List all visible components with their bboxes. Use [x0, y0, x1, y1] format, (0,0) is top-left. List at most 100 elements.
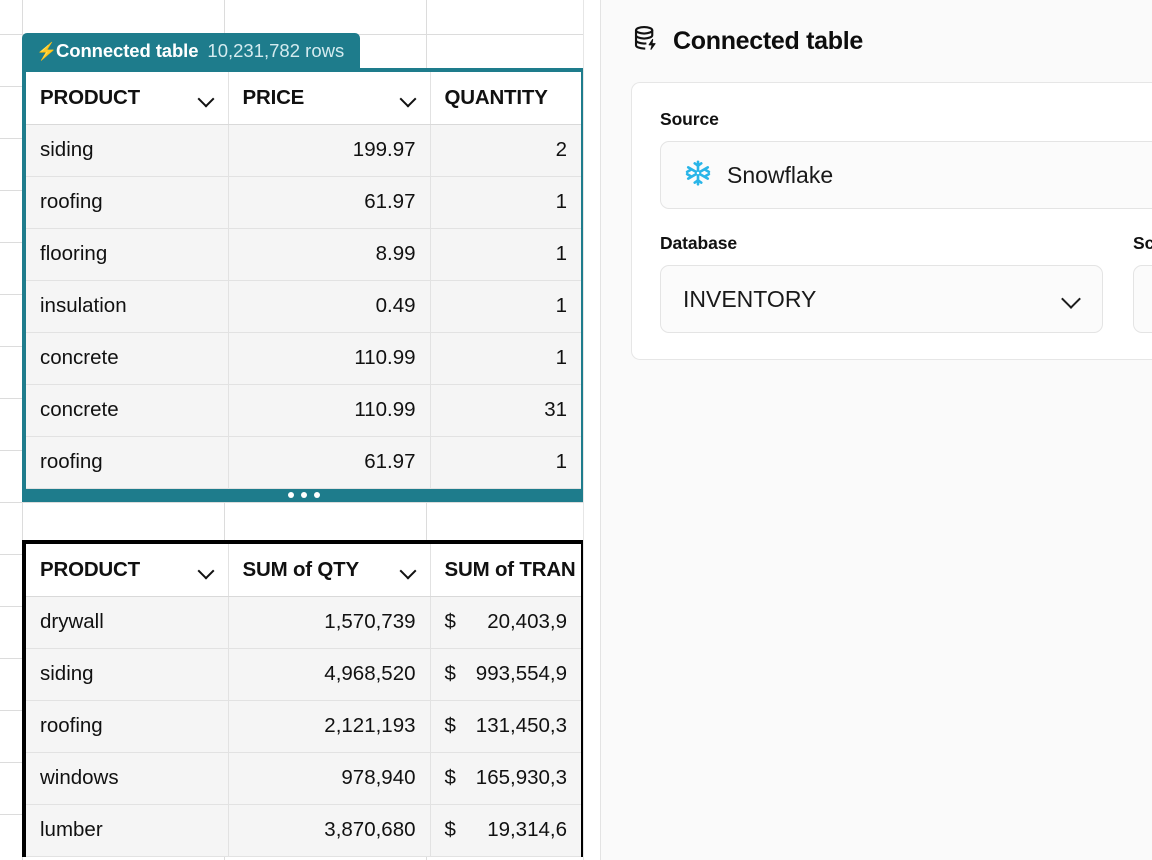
- cell-product[interactable]: roofing: [26, 436, 228, 488]
- table-row[interactable]: concrete 110.99 1: [26, 332, 581, 384]
- table-row[interactable]: siding 4,968,520 $ 993,554,9: [26, 648, 581, 700]
- table-row[interactable]: drywall 1,570,739 $ 20,403,9: [26, 596, 581, 648]
- cell-product[interactable]: siding: [26, 648, 228, 700]
- cell-quantity[interactable]: 1: [430, 280, 581, 332]
- table-row[interactable]: insulation 0.49 1: [26, 280, 581, 332]
- chevron-down-icon[interactable]: [1062, 290, 1080, 308]
- source-select[interactable]: Snowflake: [660, 141, 1152, 209]
- table-row[interactable]: roofing 61.97 1: [26, 176, 581, 228]
- source-value: Snowflake: [727, 162, 1152, 189]
- cell-quantity[interactable]: 1: [430, 332, 581, 384]
- chevron-down-icon[interactable]: [400, 90, 416, 106]
- database-field: Database INVENTORY: [660, 233, 1103, 333]
- pivot-column-header-sum-qty[interactable]: SUM of QTY: [228, 544, 430, 596]
- cell-product[interactable]: flooring: [26, 228, 228, 280]
- currency-symbol: $: [445, 766, 456, 790]
- source-label: Source: [660, 109, 1152, 130]
- table-row[interactable]: flooring 8.99 1: [26, 228, 581, 280]
- cell-quantity[interactable]: 1: [430, 228, 581, 280]
- chevron-down-icon[interactable]: [198, 90, 214, 106]
- column-header-price[interactable]: PRICE: [228, 72, 430, 124]
- panel-title: Connected table: [673, 27, 863, 56]
- cell-product[interactable]: drywall: [26, 596, 228, 648]
- cell-price[interactable]: 110.99: [228, 384, 430, 436]
- panel-header: Connected table: [601, 0, 1152, 82]
- cell-sum-tran[interactable]: $ 20,403,9: [430, 596, 581, 648]
- table-row[interactable]: lumber 3,870,680 $ 19,314,6: [26, 804, 581, 856]
- database-select[interactable]: INVENTORY: [660, 265, 1103, 333]
- cell-quantity[interactable]: 2: [430, 124, 581, 176]
- table-row[interactable]: windows 978,940 $ 165,930,3: [26, 752, 581, 804]
- cell-sum-qty[interactable]: 1,570,739: [228, 596, 430, 648]
- currency-symbol: $: [445, 610, 456, 634]
- pivot-table-body: drywall 1,570,739 $ 20,403,9 siding: [26, 596, 581, 856]
- connected-table-block[interactable]: ⚡ Connected table 10,231,782 rows: [22, 33, 583, 502]
- connected-table-resize-bar[interactable]: [22, 489, 583, 502]
- cell-sum-qty[interactable]: 4,968,520: [228, 648, 430, 700]
- cell-price[interactable]: 110.99: [228, 332, 430, 384]
- currency-amount: 131,450,3: [476, 714, 567, 738]
- pivot-table-header-row: PRODUCT SUM of QTY: [26, 544, 581, 596]
- currency-symbol: $: [445, 818, 456, 842]
- schema-select[interactable]: PUI: [1133, 265, 1152, 333]
- database-bolt-icon: [631, 24, 661, 59]
- cell-quantity[interactable]: 1: [430, 176, 581, 228]
- cell-sum-tran[interactable]: $ 993,554,9: [430, 648, 581, 700]
- pivot-table-frame: PRODUCT SUM of QTY: [22, 540, 583, 857]
- connected-table-panel: Connected table Source: [600, 0, 1152, 860]
- column-header-product[interactable]: PRODUCT: [26, 72, 228, 124]
- column-header-quantity[interactable]: QUANTITY: [430, 72, 581, 124]
- cell-product[interactable]: concrete: [26, 332, 228, 384]
- cell-price[interactable]: 61.97: [228, 436, 430, 488]
- table-row[interactable]: concrete 110.99 31: [26, 384, 581, 436]
- cell-sum-tran[interactable]: $ 165,930,3: [430, 752, 581, 804]
- column-header-label: SUM of QTY: [243, 558, 359, 582]
- table-row[interactable]: roofing 2,121,193 $ 131,450,3: [26, 700, 581, 752]
- connected-table[interactable]: PRODUCT PRICE: [26, 72, 581, 489]
- column-header-label: QUANTITY: [445, 86, 548, 110]
- cell-quantity[interactable]: 31: [430, 384, 581, 436]
- connected-table-tab-label: Connected table: [56, 40, 198, 62]
- column-header-label: PRICE: [243, 86, 305, 110]
- cell-sum-qty[interactable]: 978,940: [228, 752, 430, 804]
- schema-label: Schem: [1133, 233, 1152, 254]
- chevron-down-icon[interactable]: [400, 562, 416, 578]
- pivot-column-header-sum-tran[interactable]: SUM of TRAN: [430, 544, 581, 596]
- panel-divider[interactable]: [583, 0, 600, 860]
- table-row[interactable]: siding 199.97 2: [26, 124, 581, 176]
- cell-product[interactable]: windows: [26, 752, 228, 804]
- connected-table-body: siding 199.97 2 roofing 61.97 1 flooring…: [26, 124, 581, 488]
- cell-sum-qty[interactable]: 2,121,193: [228, 700, 430, 752]
- currency-symbol: $: [445, 662, 456, 686]
- pivot-table[interactable]: PRODUCT SUM of QTY: [26, 544, 581, 857]
- currency-amount: 165,930,3: [476, 766, 567, 790]
- snowflake-icon: [683, 158, 713, 193]
- currency-amount: 20,403,9: [487, 610, 567, 634]
- connected-table-tab[interactable]: ⚡ Connected table 10,231,782 rows: [22, 33, 360, 69]
- cell-product[interactable]: siding: [26, 124, 228, 176]
- chevron-down-icon[interactable]: [198, 562, 214, 578]
- cell-price[interactable]: 199.97: [228, 124, 430, 176]
- connected-table-row-count: 10,231,782 rows: [207, 40, 344, 62]
- drag-handle-dots-icon[interactable]: [288, 492, 320, 498]
- cell-product[interactable]: concrete: [26, 384, 228, 436]
- cell-price[interactable]: 61.97: [228, 176, 430, 228]
- pivot-column-header-product[interactable]: PRODUCT: [26, 544, 228, 596]
- cell-product[interactable]: roofing: [26, 700, 228, 752]
- cell-price[interactable]: 8.99: [228, 228, 430, 280]
- cell-sum-tran[interactable]: $ 19,314,6: [430, 804, 581, 856]
- spreadsheet-pane[interactable]: ⚡ Connected table 10,231,782 rows: [0, 0, 583, 860]
- column-header-label: SUM of TRAN: [445, 558, 576, 582]
- pivot-table-block[interactable]: PRODUCT SUM of QTY: [22, 540, 583, 857]
- currency-symbol: $: [445, 714, 456, 738]
- cell-product[interactable]: insulation: [26, 280, 228, 332]
- cell-sum-tran[interactable]: $ 131,450,3: [430, 700, 581, 752]
- database-label: Database: [660, 233, 1103, 254]
- currency-amount: 19,314,6: [487, 818, 567, 842]
- cell-product[interactable]: lumber: [26, 804, 228, 856]
- cell-sum-qty[interactable]: 3,870,680: [228, 804, 430, 856]
- cell-price[interactable]: 0.49: [228, 280, 430, 332]
- cell-product[interactable]: roofing: [26, 176, 228, 228]
- cell-quantity[interactable]: 1: [430, 436, 581, 488]
- table-row[interactable]: roofing 61.97 1: [26, 436, 581, 488]
